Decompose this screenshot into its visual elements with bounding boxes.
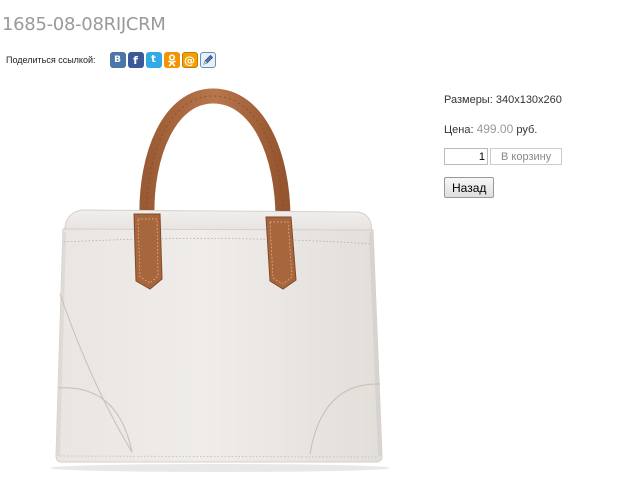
twitter-icon[interactable]: t	[145, 52, 162, 68]
add-to-cart-button[interactable]: В корзину	[490, 148, 563, 165]
currency: руб.	[516, 124, 538, 136]
share-bar: Поделиться ссылкой: В f t @	[6, 51, 216, 69]
add-to-cart-form: В корзину	[444, 148, 563, 165]
quantity-input[interactable]	[444, 148, 488, 165]
facebook-icon[interactable]: f	[127, 52, 144, 68]
product-image	[50, 88, 390, 472]
back-button[interactable]: Назад	[444, 177, 495, 198]
size-label: Размеры:	[444, 94, 493, 106]
size-value: 340x130x260	[495, 94, 562, 106]
size-row: Размеры: 340x130x260	[444, 94, 562, 106]
mail-ru-icon[interactable]: @	[181, 52, 198, 68]
price-label: Цена:	[444, 124, 474, 136]
livejournal-icon[interactable]	[199, 52, 216, 68]
product-info: Размеры: 340x130x260 Цена: 499.00 руб. В…	[444, 94, 563, 198]
price-value: 499.00	[476, 122, 514, 136]
page-title: 1685-08-08RIJCRM	[2, 14, 166, 35]
share-label: Поделиться ссылкой:	[6, 55, 96, 65]
odnoklassniki-icon[interactable]	[163, 52, 180, 68]
price-row: Цена: 499.00 руб.	[444, 122, 537, 136]
share-icons: В f t @	[109, 52, 216, 68]
vkontakte-icon[interactable]: В	[109, 52, 126, 68]
